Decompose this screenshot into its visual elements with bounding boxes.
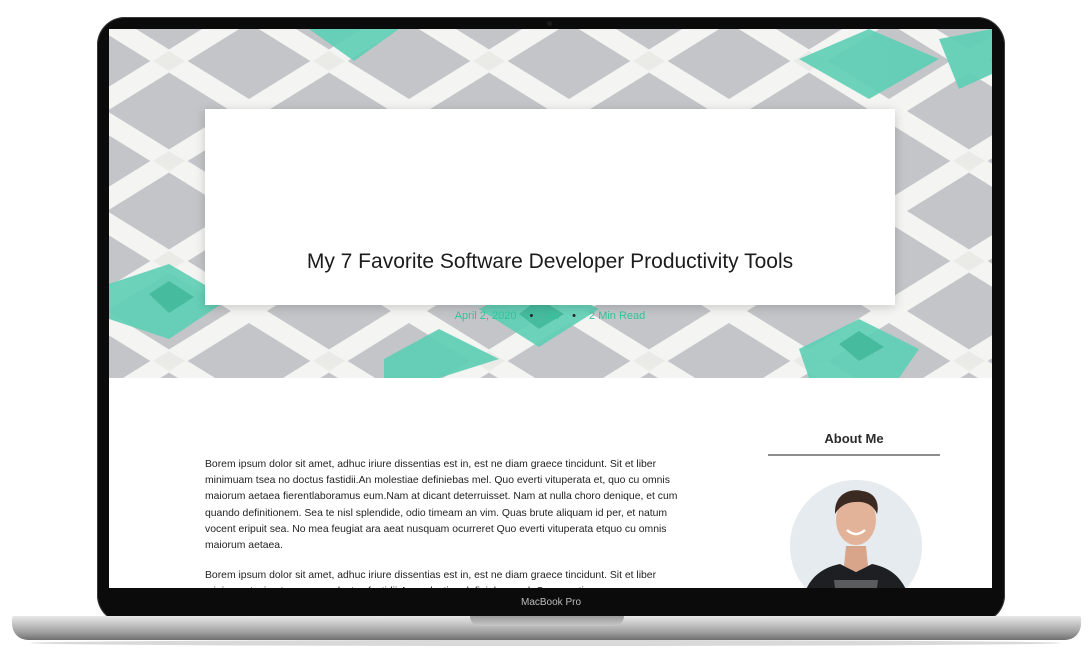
browser-screen: My 7 Favorite Software Developer Product…	[109, 29, 992, 588]
avatar	[790, 480, 922, 588]
meta-separator: •	[529, 310, 534, 322]
post-date[interactable]: April 2, 2020	[455, 310, 517, 322]
sidebar-divider	[768, 454, 940, 456]
article-paragraph: Borem ipsum dolor sit amet, adhuc iriure…	[205, 570, 657, 588]
post-meta: April 2, 2020 • JS • 2 Min Read	[205, 310, 895, 322]
post-read-time: 2 Min Read	[589, 310, 646, 322]
hero-banner: My 7 Favorite Software Developer Product…	[109, 29, 992, 378]
camera-icon	[547, 21, 552, 26]
laptop-base-notch	[470, 616, 624, 626]
sidebar-about-title: About Me	[824, 431, 884, 446]
profile-photo	[790, 480, 922, 588]
meta-separator: •	[572, 310, 577, 322]
post-title-card: My 7 Favorite Software Developer Product…	[205, 109, 895, 322]
page-title: My 7 Favorite Software Developer Product…	[306, 250, 794, 273]
laptop-shadow	[30, 640, 1061, 646]
post-author[interactable]: JS	[546, 310, 559, 322]
article-paragraph: Borem ipsum dolor sit amet, adhuc iriure…	[205, 459, 678, 552]
device-label: MacBook Pro	[520, 597, 582, 608]
article-body: Borem ipsum dolor sit amet, adhuc iriure…	[205, 457, 683, 588]
